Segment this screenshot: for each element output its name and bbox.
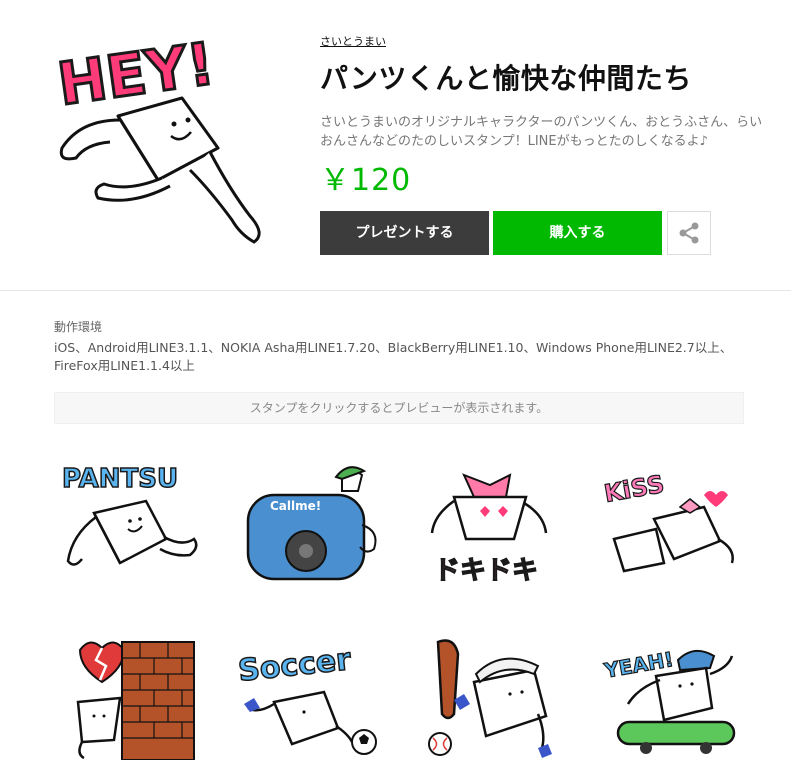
hey-text: HEY! (54, 29, 219, 118)
environment-text: iOS、Android用LINE3.1.1、NOKIA Asha用LINE1.7… (54, 340, 733, 373)
sticker-soccer[interactable]: Soccer (234, 630, 384, 760)
sticker-dokidoki[interactable]: ドキドキ (414, 455, 564, 585)
svg-text:KiSS: KiSS (602, 470, 666, 508)
main-sticker-image: HEY! (40, 20, 280, 260)
author-link[interactable]: さいとうまい (320, 33, 386, 49)
svg-text:PANTSU: PANTSU (62, 464, 178, 494)
svg-text:Callme!: Callme! (270, 499, 321, 513)
product-info: さいとうまい パンツくんと愉快な仲間たち さいとうまいのオリジナルキャラクターの… (320, 30, 770, 199)
sticker-kiss[interactable]: KiSS (594, 455, 744, 585)
sticker-baseball[interactable] (414, 630, 564, 760)
product-header: HEY! さいとうまい パンツくんと愉快な仲間たち さいとうまいのオリジナルキャ… (0, 0, 791, 290)
svg-text:Soccer: Soccer (237, 642, 353, 689)
product-title: パンツくんと愉快な仲間たち (320, 62, 692, 95)
environment-label: 動作環境 (54, 320, 103, 334)
product-price: ￥120 (320, 163, 412, 198)
section-divider (0, 290, 791, 291)
share-icon (679, 222, 699, 244)
preview-hint: スタンプをクリックするとプレビューが表示されます。 (54, 392, 744, 424)
share-button[interactable] (667, 211, 711, 255)
buy-button[interactable]: 購入する (493, 211, 662, 255)
environment-section: 動作環境 iOS、Android用LINE3.1.1、NOKIA Asha用LI… (54, 318, 744, 375)
sticker-broken-heart[interactable] (54, 630, 204, 760)
sticker-callme[interactable]: Callme! (234, 455, 384, 585)
sticker-yeah[interactable]: YEAH! (594, 630, 744, 760)
present-button[interactable]: プレゼントする (320, 211, 489, 255)
sticker-pantsu[interactable]: PANTSU (54, 455, 204, 585)
svg-text:ドキドキ: ドキドキ (434, 556, 538, 585)
product-description: さいとうまいのオリジナルキャラクターのパンツくん、おとうふさん、らいおんさんなど… (320, 115, 763, 149)
